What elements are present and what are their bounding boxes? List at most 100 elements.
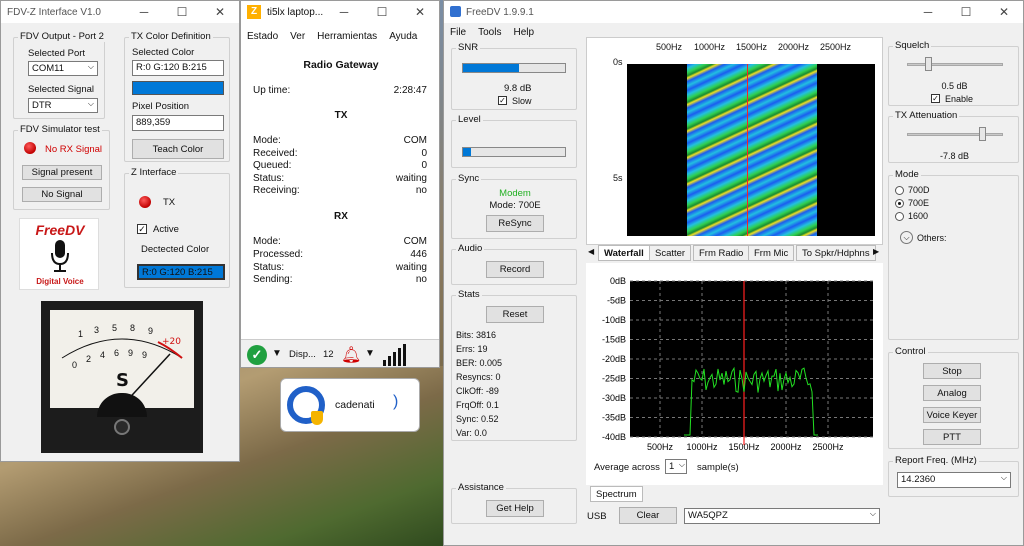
get-help-button[interactable]: Get Help [486, 500, 544, 517]
spectrum-plot[interactable]: 0dB -5dB -10dB -15dB -20dB -25dB -30dB -35dB -40… [586, 263, 883, 485]
usb-label: USB [587, 511, 607, 522]
resync-button[interactable]: ReSync [486, 215, 544, 232]
menu-estado[interactable]: Estado [247, 31, 278, 42]
menu-herramientas[interactable]: Herramientas [317, 31, 377, 42]
reset-button[interactable]: Reset [486, 306, 544, 323]
alarm-bell-icon[interactable]: 🔔︎ [341, 345, 361, 365]
maximize-icon[interactable]: ☐ [363, 1, 401, 23]
shield-badge-icon [311, 411, 323, 425]
tab-spectrum[interactable]: Spectrum [590, 486, 643, 502]
db-tick-label: 0dB [610, 276, 626, 286]
signal-present-button[interactable]: Signal present [22, 165, 102, 180]
chevron-down-icon: ⌵ [87, 62, 94, 71]
menu-file[interactable]: File [450, 27, 466, 38]
selected-port-label: Selected Port [28, 48, 86, 59]
freq-label: 2500Hz [820, 42, 852, 52]
level-bar [462, 147, 566, 157]
squelch-value: 0.5 dB [941, 81, 968, 91]
snr-value: 9.8 dB [504, 83, 532, 94]
mode-700e-label: 700E [908, 198, 930, 208]
tab-frm-mic[interactable]: Frm Mic [748, 245, 795, 261]
s-label: S [116, 370, 129, 391]
enable-checkbox[interactable]: ✓ [931, 94, 940, 103]
level-group: Level [451, 114, 577, 168]
tab-scroll-left-icon[interactable]: ◀ [588, 247, 594, 256]
menu-tools[interactable]: Tools [478, 27, 501, 38]
maximize-icon[interactable]: ☐ [163, 1, 201, 23]
app-logo-icon: Z [247, 5, 261, 19]
stat-errs: Errs: 19 [456, 344, 488, 354]
time-label: 5s [613, 173, 623, 183]
voice-keyer-button[interactable]: Voice Keyer [923, 407, 981, 423]
svg-text:2: 2 [86, 354, 91, 364]
selected-color-field[interactable]: R:0 G:120 B:215 [132, 60, 224, 76]
ok-check-icon: ✓ [247, 345, 267, 365]
svg-text:3: 3 [94, 325, 99, 335]
tx-led-icon [139, 196, 151, 208]
db-tick-label: -10dB [602, 315, 626, 325]
minimize-icon[interactable]: ─ [125, 1, 163, 23]
chevron-down-icon: ⌵ [87, 99, 94, 108]
callsign-select[interactable]: WA5QPZ ⌵ [684, 508, 880, 524]
freq-label: 1000Hz [694, 42, 726, 52]
pixel-position-field[interactable]: 889,359 [132, 115, 224, 131]
mode-700e-radio[interactable] [895, 199, 904, 208]
close-icon[interactable]: ✕ [401, 1, 439, 23]
signal-select[interactable]: DTR ⌵ [28, 98, 98, 113]
minimize-icon[interactable]: ─ [909, 1, 947, 23]
average-select[interactable]: 1 ⌵ [665, 459, 687, 474]
selected-color-label: Selected Color [132, 47, 195, 58]
port-select[interactable]: COM11 ⌵ [28, 61, 98, 76]
stat-bits: Bits: 3816 [456, 330, 497, 340]
freq-tick-label: 500Hz [647, 442, 674, 452]
ptt-button[interactable]: PTT [923, 429, 981, 445]
enable-label: Enable [945, 94, 974, 104]
fdvz-window: FDV-Z Interface V1.0 ─ ☐ ✕ FDV Output - Po… [0, 0, 240, 462]
analog-button[interactable]: Analog [923, 385, 981, 401]
svg-text:4: 4 [100, 350, 105, 360]
squelch-slider[interactable] [925, 57, 933, 71]
mode-1600-label: 1600 [908, 211, 929, 221]
mode-700d-radio[interactable] [895, 186, 904, 195]
chevron-down-icon[interactable]: ▼ [272, 348, 282, 359]
stop-button[interactable]: Stop [923, 363, 981, 379]
gateway-titlebar: Z ti5lx laptop... ─ ☐ ✕ [241, 1, 439, 23]
uptime-label: Up time: [253, 85, 291, 96]
record-button[interactable]: Record [486, 261, 544, 278]
average-across-label: Average across [594, 462, 660, 473]
microphone-icon [51, 240, 69, 272]
tab-frm-radio[interactable]: Frm Radio [693, 245, 750, 261]
tab-scatter[interactable]: Scatter [649, 245, 692, 261]
adjust-screw-icon [114, 419, 130, 435]
report-frequency-select[interactable]: 14.2360 ⌵ [897, 472, 1011, 488]
snr-bar [462, 63, 566, 73]
tab-waterfall[interactable]: Waterfall [598, 245, 650, 261]
expand-chevron-icon[interactable]: ⌵ [900, 231, 913, 244]
tab-to-spkr[interactable]: To Spkr/Hdphns [796, 245, 876, 261]
minimize-icon[interactable]: ─ [325, 1, 363, 23]
clear-button[interactable]: Clear [619, 507, 677, 524]
menu-ayuda[interactable]: Ayuda [389, 31, 417, 42]
color-swatch [132, 81, 224, 95]
mode-1600-radio[interactable] [895, 212, 904, 221]
menu-help[interactable]: Help [513, 27, 534, 38]
active-checkbox[interactable]: ✓ [137, 224, 147, 234]
close-icon[interactable]: ✕ [985, 1, 1023, 23]
no-signal-button[interactable]: No Signal [22, 187, 102, 202]
tab-scroll-right-icon[interactable]: ▶ [873, 247, 879, 256]
close-icon[interactable]: ✕ [201, 1, 239, 23]
freq-label: 500Hz [656, 42, 683, 52]
slow-checkbox[interactable]: ✓ [498, 96, 507, 105]
stat-var: Var: 0.0 [456, 428, 487, 438]
teach-color-button[interactable]: Teach Color [132, 139, 224, 159]
menu-ver[interactable]: Ver [290, 31, 305, 42]
maximize-icon[interactable]: ☐ [947, 1, 985, 23]
tx-attenuation-slider[interactable] [978, 127, 986, 141]
notification-toast[interactable]: cadenati ) [280, 378, 420, 432]
freq-label: 2000Hz [778, 42, 810, 52]
waterfall-display[interactable] [627, 64, 875, 236]
chevron-right-icon[interactable]: ) [393, 393, 398, 411]
chevron-down-icon[interactable]: ▼ [365, 348, 375, 359]
rx-heading: RX [334, 211, 348, 222]
detected-color-field: R:0 G:120 B:215 [137, 264, 225, 280]
